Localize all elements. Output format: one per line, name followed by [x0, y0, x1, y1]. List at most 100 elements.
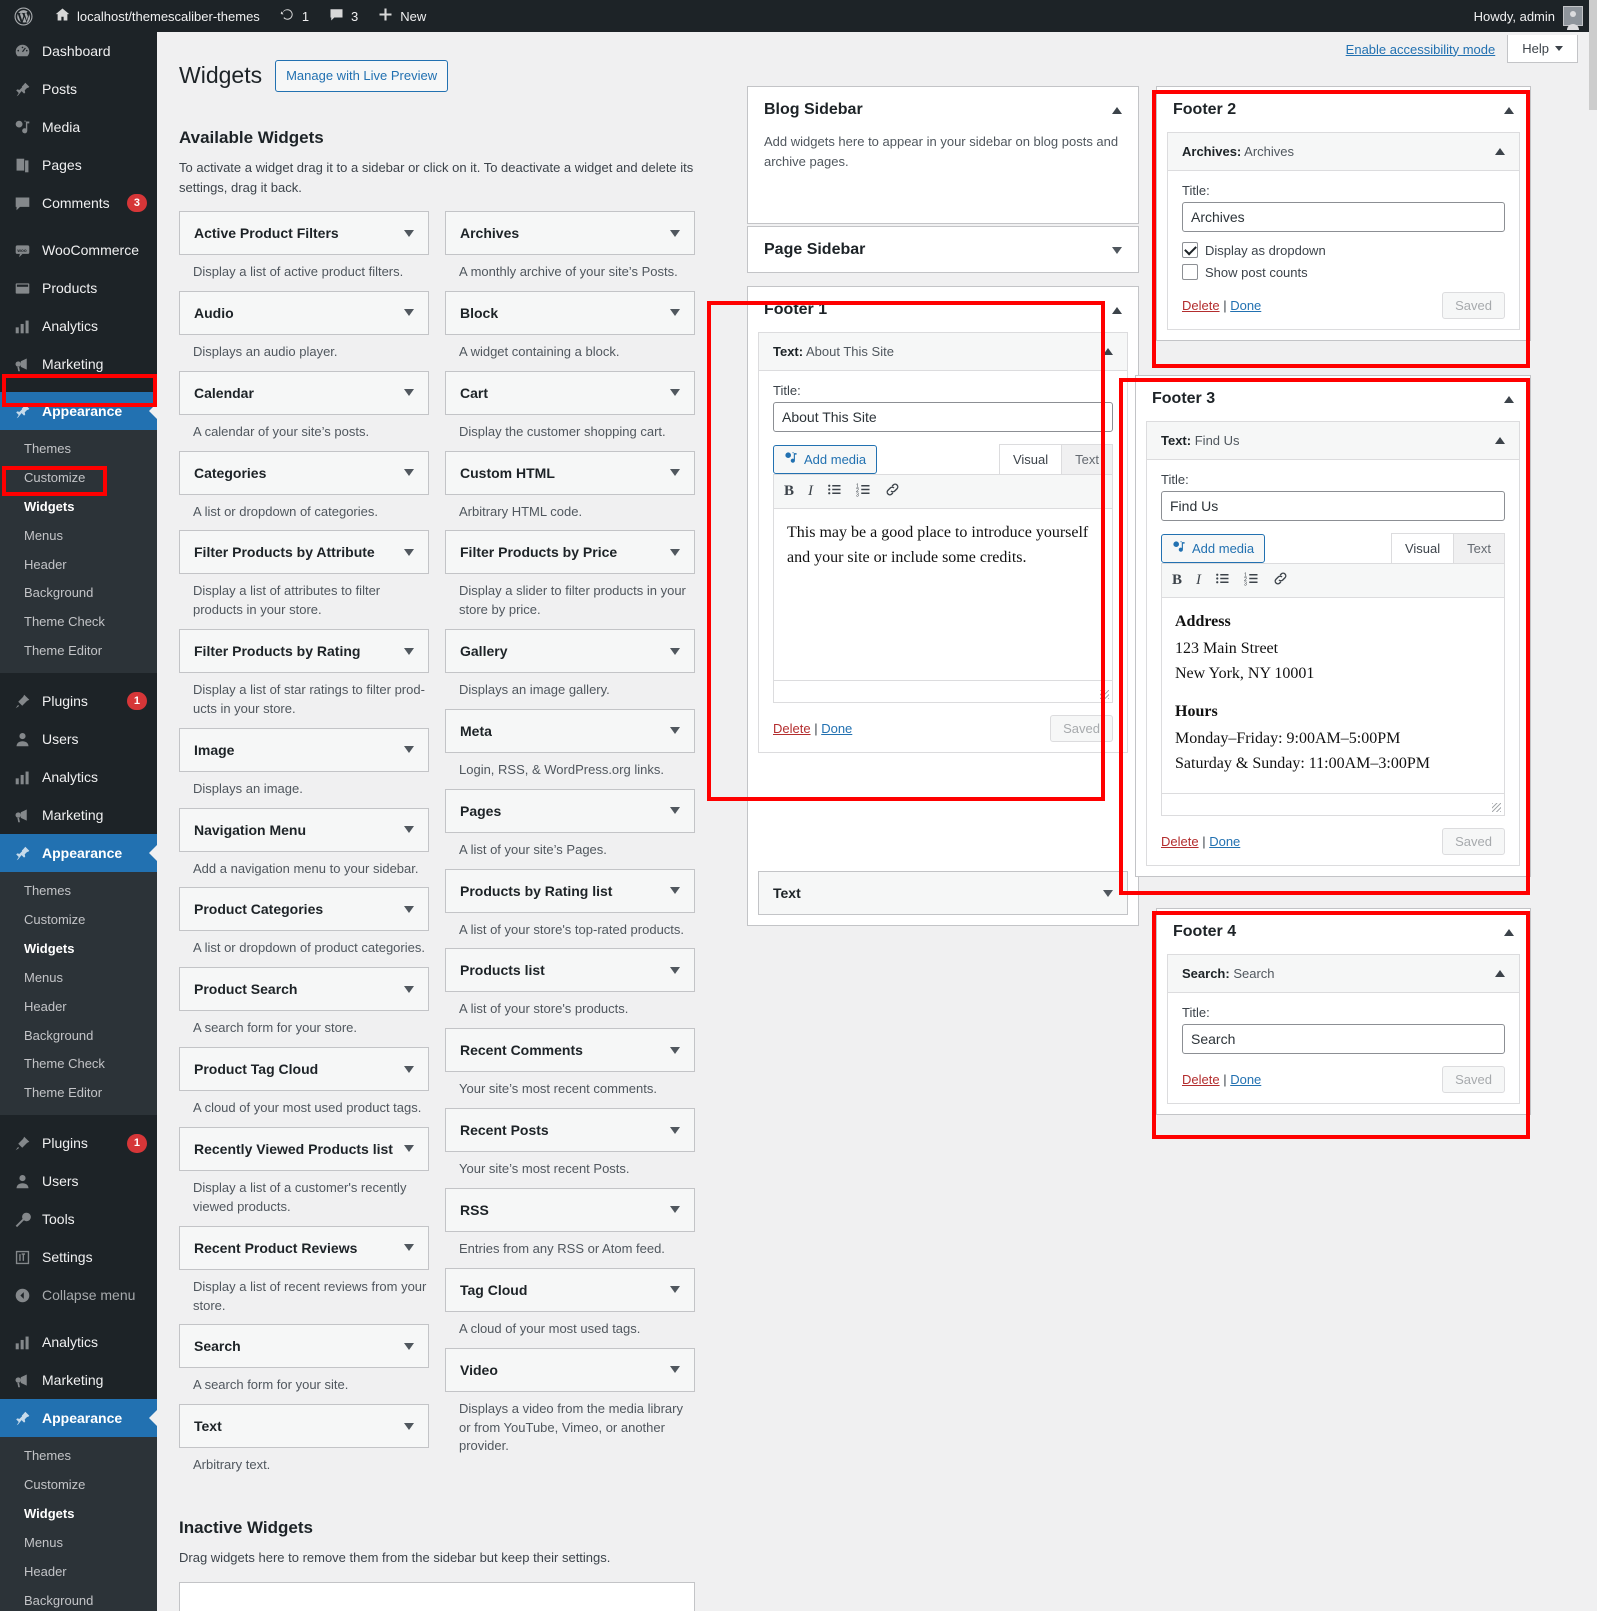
- resize-handle-icon[interactable]: [1100, 690, 1109, 699]
- sidebar-item-appearance[interactable]: Appearance: [0, 1399, 157, 1438]
- chevron-down-icon[interactable]: [404, 389, 414, 397]
- available-widget-pages[interactable]: Pages: [445, 788, 695, 833]
- sidebar-item-marketing[interactable]: Marketing: [0, 345, 157, 383]
- footer4-widget-header[interactable]: Search: Search: [1168, 955, 1519, 993]
- available-widget-product-search[interactable]: Product Search: [179, 967, 429, 1012]
- sidebar-subitem-theme-check[interactable]: Theme Check: [0, 1050, 157, 1079]
- sidebar-subitem-background[interactable]: Background: [0, 579, 157, 608]
- footer2-display-as-dropdown-row[interactable]: Display as dropdown: [1182, 242, 1505, 258]
- bulleted-list-icon[interactable]: [1215, 571, 1230, 590]
- available-widget-search[interactable]: Search: [179, 1324, 429, 1369]
- sidebar-subitem-customize[interactable]: Customize: [0, 1471, 157, 1500]
- page-sidebar-header[interactable]: Page Sidebar: [748, 227, 1138, 272]
- bold-icon[interactable]: B: [1172, 572, 1182, 589]
- chevron-up-icon[interactable]: [1495, 437, 1505, 444]
- howdy-label[interactable]: Howdy, admin: [1474, 9, 1563, 24]
- sidebar-subitem-header[interactable]: Header: [0, 993, 157, 1022]
- chevron-down-icon[interactable]: [404, 469, 414, 477]
- available-widget-navigation-menu[interactable]: Navigation Menu: [179, 807, 429, 852]
- sidebar-subitem-menus[interactable]: Menus: [0, 964, 157, 993]
- footer4-delete-link[interactable]: Delete: [1182, 1072, 1220, 1087]
- available-widget-recently-viewed-products-list[interactable]: Recently Viewed Products list: [179, 1126, 429, 1171]
- available-widget-custom-html[interactable]: Custom HTML: [445, 450, 695, 495]
- footer3-delete-link[interactable]: Delete: [1161, 834, 1199, 849]
- chevron-down-icon[interactable]: [404, 309, 414, 317]
- sidebar-subitem-header[interactable]: Header: [0, 551, 157, 580]
- chevron-down-icon[interactable]: [670, 807, 680, 815]
- manage-with-live-preview-button[interactable]: Manage with Live Preview: [275, 60, 449, 92]
- sidebar-item-marketing[interactable]: Marketing: [0, 1361, 157, 1399]
- footer3-editor-content[interactable]: Address 123 Main Street New York, NY 100…: [1161, 598, 1505, 794]
- footer2-header[interactable]: Footer 2: [1157, 87, 1530, 132]
- sidebar-subitem-theme-editor[interactable]: Theme Editor: [0, 637, 157, 666]
- footer1-header[interactable]: Footer 1: [748, 287, 1138, 332]
- footer2-show-post-counts-row[interactable]: Show post counts: [1182, 264, 1505, 280]
- chevron-down-icon[interactable]: [670, 647, 680, 655]
- footer1-text-widget-collapsed[interactable]: Text: [758, 871, 1128, 915]
- chevron-down-icon[interactable]: [404, 1065, 414, 1073]
- page-scrollbar[interactable]: [1589, 0, 1597, 1611]
- available-widget-product-categories[interactable]: Product Categories: [179, 887, 429, 932]
- footer3-widget-header[interactable]: Text: Find Us: [1147, 422, 1519, 460]
- comments-link[interactable]: 3: [319, 0, 368, 32]
- chevron-up-icon[interactable]: [1112, 306, 1122, 314]
- chevron-down-icon[interactable]: [670, 548, 680, 556]
- chevron-down-icon[interactable]: [670, 389, 680, 397]
- bulleted-list-icon[interactable]: [827, 482, 842, 501]
- sidebar-subitem-theme-editor[interactable]: Theme Editor: [0, 1079, 157, 1108]
- chevron-up-icon[interactable]: [1495, 148, 1505, 155]
- new-content-link[interactable]: New: [368, 0, 436, 32]
- chevron-down-icon[interactable]: [670, 1126, 680, 1134]
- sidebar-item-products[interactable]: Products: [0, 269, 157, 307]
- sidebar-item-appearance[interactable]: Appearance: [0, 834, 157, 873]
- available-widget-recent-product-reviews[interactable]: Recent Product Reviews: [179, 1225, 429, 1270]
- chevron-up-icon[interactable]: [1504, 928, 1514, 936]
- wordpress-logo-icon[interactable]: [0, 0, 45, 32]
- chevron-down-icon[interactable]: [670, 1206, 680, 1214]
- sidebar-subitem-themes[interactable]: Themes: [0, 1442, 157, 1471]
- available-widget-rss[interactable]: RSS: [445, 1187, 695, 1232]
- sidebar-subitem-widgets[interactable]: Widgets: [0, 1500, 157, 1529]
- chevron-down-icon[interactable]: [1103, 889, 1113, 897]
- sidebar-item-plugins[interactable]: Plugins 1: [0, 682, 157, 720]
- footer3-done-link[interactable]: Done: [1209, 834, 1240, 849]
- sidebar-item-users[interactable]: Users: [0, 720, 157, 758]
- sidebar-subitem-customize[interactable]: Customize: [0, 464, 157, 493]
- sidebar-item-marketing[interactable]: Marketing: [0, 796, 157, 834]
- link-icon[interactable]: [1273, 571, 1288, 590]
- chevron-down-icon[interactable]: [404, 905, 414, 913]
- available-widget-cart[interactable]: Cart: [445, 370, 695, 415]
- sidebar-item-media[interactable]: Media: [0, 108, 157, 146]
- chevron-up-icon[interactable]: [1112, 106, 1122, 114]
- chevron-down-icon[interactable]: [670, 469, 680, 477]
- sidebar-subitem-background[interactable]: Background: [0, 1587, 157, 1611]
- footer2-widget-header[interactable]: Archives: Archives: [1168, 133, 1519, 171]
- sidebar-item-woocommerce[interactable]: woo WooCommerce: [0, 231, 157, 269]
- italic-icon[interactable]: I: [1196, 572, 1201, 589]
- footer3-header[interactable]: Footer 3: [1136, 376, 1530, 421]
- footer2-delete-link[interactable]: Delete: [1182, 298, 1220, 313]
- chevron-down-icon[interactable]: [404, 746, 414, 754]
- link-icon[interactable]: [885, 482, 900, 501]
- footer3-title-input[interactable]: [1161, 491, 1505, 521]
- available-widget-products-list[interactable]: Products list: [445, 948, 695, 993]
- footer1-done-link[interactable]: Done: [821, 721, 852, 736]
- sidebar-subitem-header[interactable]: Header: [0, 1558, 157, 1587]
- chevron-down-icon[interactable]: [670, 1366, 680, 1374]
- available-widget-text[interactable]: Text: [179, 1404, 429, 1449]
- resize-handle-icon[interactable]: [1492, 803, 1501, 812]
- italic-icon[interactable]: I: [808, 483, 813, 500]
- sidebar-item-plugins[interactable]: Plugins 1: [0, 1124, 157, 1162]
- sidebar-item-comments[interactable]: Comments 3: [0, 184, 157, 222]
- available-widget-block[interactable]: Block: [445, 290, 695, 335]
- blog-sidebar-header[interactable]: Blog Sidebar: [748, 87, 1138, 132]
- updates-link[interactable]: 1: [270, 0, 319, 32]
- sidebar-subitem-widgets[interactable]: Widgets: [0, 493, 157, 522]
- numbered-list-icon[interactable]: 123: [856, 482, 871, 501]
- sidebar-item-settings[interactable]: Settings: [0, 1238, 157, 1276]
- available-widget-archives[interactable]: Archives: [445, 211, 695, 255]
- available-widget-recent-comments[interactable]: Recent Comments: [445, 1028, 695, 1073]
- chevron-down-icon[interactable]: [404, 1342, 414, 1350]
- chevron-down-icon[interactable]: [670, 727, 680, 735]
- chevron-down-icon[interactable]: [404, 985, 414, 993]
